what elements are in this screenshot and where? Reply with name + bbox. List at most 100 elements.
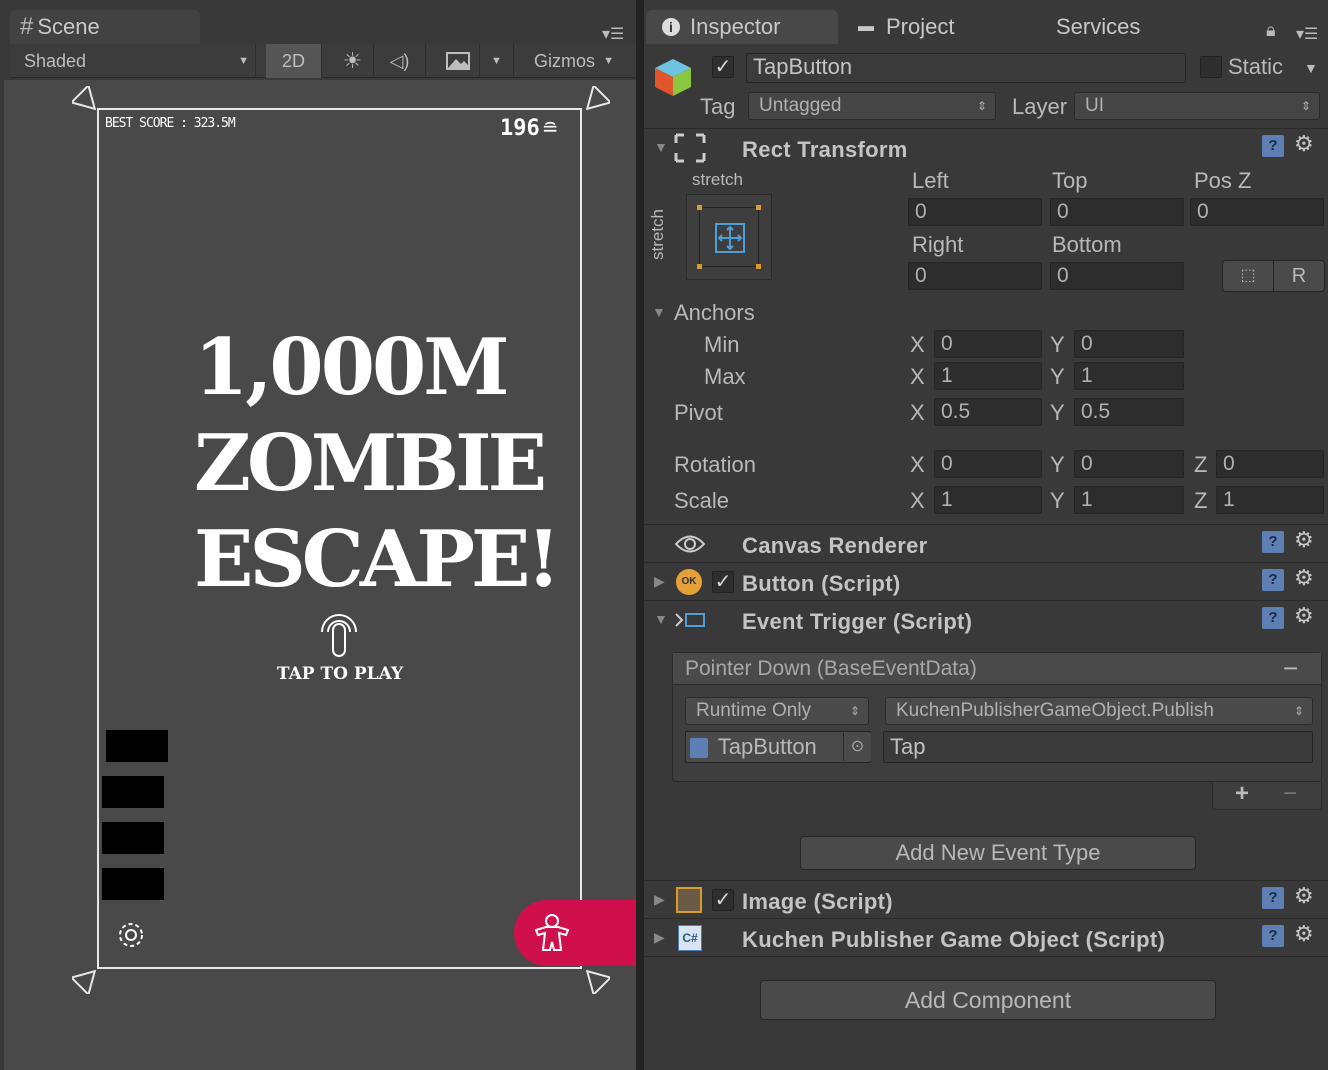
- mode-2d-button[interactable]: 2D: [266, 44, 322, 78]
- scene-viewport[interactable]: BEST SCORE : 323.5M 196 ≘ 1,000M ZOMBIE …: [4, 80, 636, 1070]
- title-line-3: ESCAPE!: [194, 514, 561, 605]
- blueprint-mode-button[interactable]: ⬚: [1222, 260, 1274, 292]
- static-dropdown-icon[interactable]: ▼: [1304, 60, 1318, 76]
- button-script-title: Button (Script): [742, 571, 901, 596]
- tab-services-label: Services: [1056, 14, 1141, 39]
- resize-handle-icon[interactable]: [580, 86, 610, 116]
- image-enabled-checkbox[interactable]: ✓: [712, 889, 734, 911]
- settings-gear-icon[interactable]: [114, 918, 148, 952]
- gear-icon[interactable]: ⚙: [1294, 603, 1314, 629]
- right-field[interactable]: 0: [908, 262, 1042, 290]
- button-enabled-checkbox[interactable]: ✓: [712, 571, 734, 593]
- foldout-open-icon[interactable]: ▼: [654, 139, 668, 155]
- help-icon[interactable]: ?: [1262, 925, 1284, 947]
- tab-scene-label: Scene: [37, 14, 100, 39]
- function-dropdown[interactable]: KuchenPublisherGameObject.Publish ⇕: [885, 697, 1313, 725]
- add-entry-button[interactable]: +: [1235, 780, 1249, 808]
- help-icon[interactable]: ?: [1262, 135, 1284, 157]
- anchor-max-x-field[interactable]: 1: [934, 362, 1042, 390]
- add-new-event-type-button[interactable]: Add New Event Type: [800, 836, 1196, 870]
- anchor-min-x-field[interactable]: 0: [934, 330, 1042, 358]
- menu-button[interactable]: [102, 822, 164, 854]
- gear-icon[interactable]: ⚙: [1294, 527, 1314, 553]
- foldout-closed-icon[interactable]: ▶: [654, 929, 665, 946]
- scale-y-field[interactable]: 1: [1074, 486, 1184, 514]
- posz-field[interactable]: 0: [1190, 198, 1324, 226]
- rotation-y-field[interactable]: 0: [1074, 450, 1184, 478]
- rotation-z-field[interactable]: 0: [1216, 450, 1324, 478]
- panel-menu-icon[interactable]: ▾☰: [602, 24, 624, 44]
- panel-menu-icon[interactable]: ▾☰: [1296, 24, 1318, 44]
- runtime-dropdown[interactable]: Runtime Only ⇕: [685, 697, 869, 725]
- image-script-header[interactable]: ▶ ✓ Image (Script) ? ⚙: [644, 880, 1328, 918]
- raw-edit-button[interactable]: R: [1273, 260, 1325, 292]
- help-icon[interactable]: ?: [1262, 607, 1284, 629]
- help-icon[interactable]: ?: [1262, 531, 1284, 553]
- remove-entry-button[interactable]: −: [1283, 780, 1297, 808]
- audio-icon[interactable]: ◁): [374, 44, 426, 78]
- resize-handle-icon[interactable]: [72, 964, 102, 994]
- stretch-horizontal-label: stretch: [692, 170, 744, 189]
- lock-icon[interactable]: 🔒︎: [1266, 20, 1276, 41]
- best-score-text: BEST SCORE : 323.5M: [105, 116, 236, 131]
- gizmos-dropdown[interactable]: Gizmos ▼: [514, 44, 634, 78]
- rect-transform-title: Rect Transform: [742, 137, 908, 162]
- shading-dropdown[interactable]: Shaded ▼: [10, 44, 256, 78]
- left-field[interactable]: 0: [908, 198, 1042, 226]
- character-button[interactable]: [514, 900, 636, 966]
- event-list-footer: + −: [1212, 780, 1322, 810]
- anchors-foldout-icon[interactable]: ▼: [652, 304, 666, 320]
- scale-x-field[interactable]: 1: [934, 486, 1042, 514]
- kuchen-script-header[interactable]: ▶ C# Kuchen Publisher Game Object (Scrip…: [644, 918, 1328, 956]
- foldout-closed-icon[interactable]: ▶: [654, 573, 665, 590]
- tab-services[interactable]: Services: [1056, 10, 1176, 44]
- resize-handle-icon[interactable]: [72, 86, 102, 116]
- help-icon[interactable]: ?: [1262, 887, 1284, 909]
- scale-z-field[interactable]: 1: [1216, 486, 1324, 514]
- help-icon[interactable]: ?: [1262, 569, 1284, 591]
- effects-dropdown-icon[interactable]: ▼: [480, 44, 514, 78]
- object-picker-icon[interactable]: ⊙: [843, 733, 871, 761]
- shading-label: Shaded: [24, 50, 87, 71]
- effects-icon[interactable]: [436, 44, 480, 78]
- top-field[interactable]: 0: [1050, 198, 1184, 226]
- gear-icon[interactable]: ⚙: [1294, 921, 1314, 947]
- bottom-field[interactable]: 0: [1050, 262, 1184, 290]
- foldout-closed-icon[interactable]: ▶: [654, 891, 665, 908]
- event-trigger-header[interactable]: ▼ Event Trigger (Script) ? ⚙: [644, 600, 1328, 638]
- resize-handle-icon[interactable]: [580, 964, 610, 994]
- pivot-y-field[interactable]: 0.5: [1074, 398, 1184, 426]
- anchor-presets-button[interactable]: [686, 194, 772, 280]
- layer-dropdown[interactable]: UI ⇕: [1074, 92, 1320, 120]
- stretch-vertical-label: stretch: [648, 208, 667, 260]
- anchor-min-y-field[interactable]: 0: [1074, 330, 1184, 358]
- tab-project[interactable]: ▬ Project: [858, 10, 1028, 44]
- gear-icon[interactable]: ⚙: [1294, 883, 1314, 909]
- menu-button[interactable]: [102, 868, 164, 900]
- canvas-renderer-header[interactable]: Canvas Renderer ? ⚙: [644, 524, 1328, 562]
- tag-dropdown[interactable]: Untagged ⇕: [748, 92, 996, 120]
- rotation-x-field[interactable]: 0: [934, 450, 1042, 478]
- panel-divider[interactable]: [636, 0, 644, 1070]
- menu-button[interactable]: [106, 730, 168, 762]
- active-checkbox[interactable]: ✓: [712, 56, 734, 78]
- tab-inspector[interactable]: i Inspector: [646, 10, 838, 44]
- rect-transform-icon: [674, 133, 706, 163]
- static-checkbox[interactable]: [1200, 56, 1222, 78]
- argument-field[interactable]: Tap: [883, 731, 1313, 763]
- pivot-x-field[interactable]: 0.5: [934, 398, 1042, 426]
- lighting-icon[interactable]: ☀: [332, 44, 374, 78]
- gear-icon[interactable]: ⚙: [1294, 131, 1314, 157]
- pointer-down-label: Pointer Down (BaseEventData): [685, 657, 977, 680]
- foldout-open-icon[interactable]: ▼: [654, 611, 668, 627]
- button-script-header[interactable]: ▶ OK ✓ Button (Script) ? ⚙: [644, 562, 1328, 600]
- remove-event-button[interactable]: −: [1283, 653, 1298, 684]
- menu-button[interactable]: [102, 776, 164, 808]
- anchor-max-y-field[interactable]: 1: [1074, 362, 1184, 390]
- rect-transform-header[interactable]: ▼ Rect Transform ? ⚙: [644, 128, 1328, 166]
- anchors-label[interactable]: Anchors: [674, 300, 755, 326]
- object-name-field[interactable]: TapButton: [746, 53, 1186, 83]
- add-component-button[interactable]: Add Component: [760, 980, 1216, 1020]
- gear-icon[interactable]: ⚙: [1294, 565, 1314, 591]
- tab-scene[interactable]: # Scene: [10, 10, 200, 44]
